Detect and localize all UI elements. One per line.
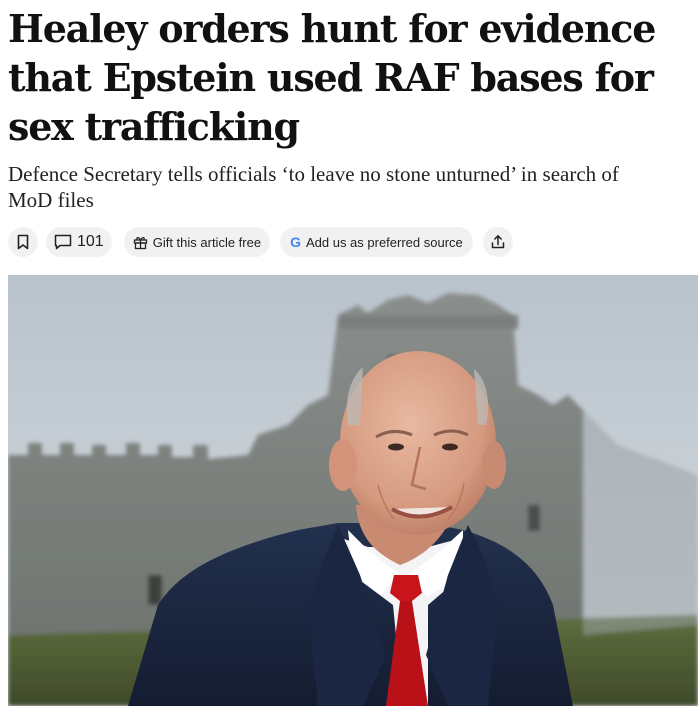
comment-count: 101	[77, 233, 104, 250]
article-standfirst: Defence Secretary tells officials ‘to le…	[8, 162, 619, 212]
gift-icon	[133, 236, 147, 249]
comment-icon	[54, 234, 72, 250]
google-g-icon: G	[290, 234, 301, 250]
share-button[interactable]	[482, 227, 513, 257]
article-actions-bar: 101 Gift this article free G Add us as p…	[8, 226, 513, 258]
article-hero-image	[8, 275, 698, 706]
bookmark-icon	[17, 234, 29, 250]
article-headline: Healey orders hunt for evidence that Eps…	[8, 6, 656, 149]
preferred-source-button[interactable]: G Add us as preferred source	[280, 227, 473, 257]
share-icon	[491, 235, 505, 249]
comments-button[interactable]: 101	[46, 227, 112, 257]
gift-article-button[interactable]: Gift this article free	[123, 227, 271, 257]
gift-article-label: Gift this article free	[152, 234, 262, 250]
bookmark-button[interactable]	[8, 227, 38, 257]
preferred-source-label: Add us as preferred source	[305, 234, 463, 250]
